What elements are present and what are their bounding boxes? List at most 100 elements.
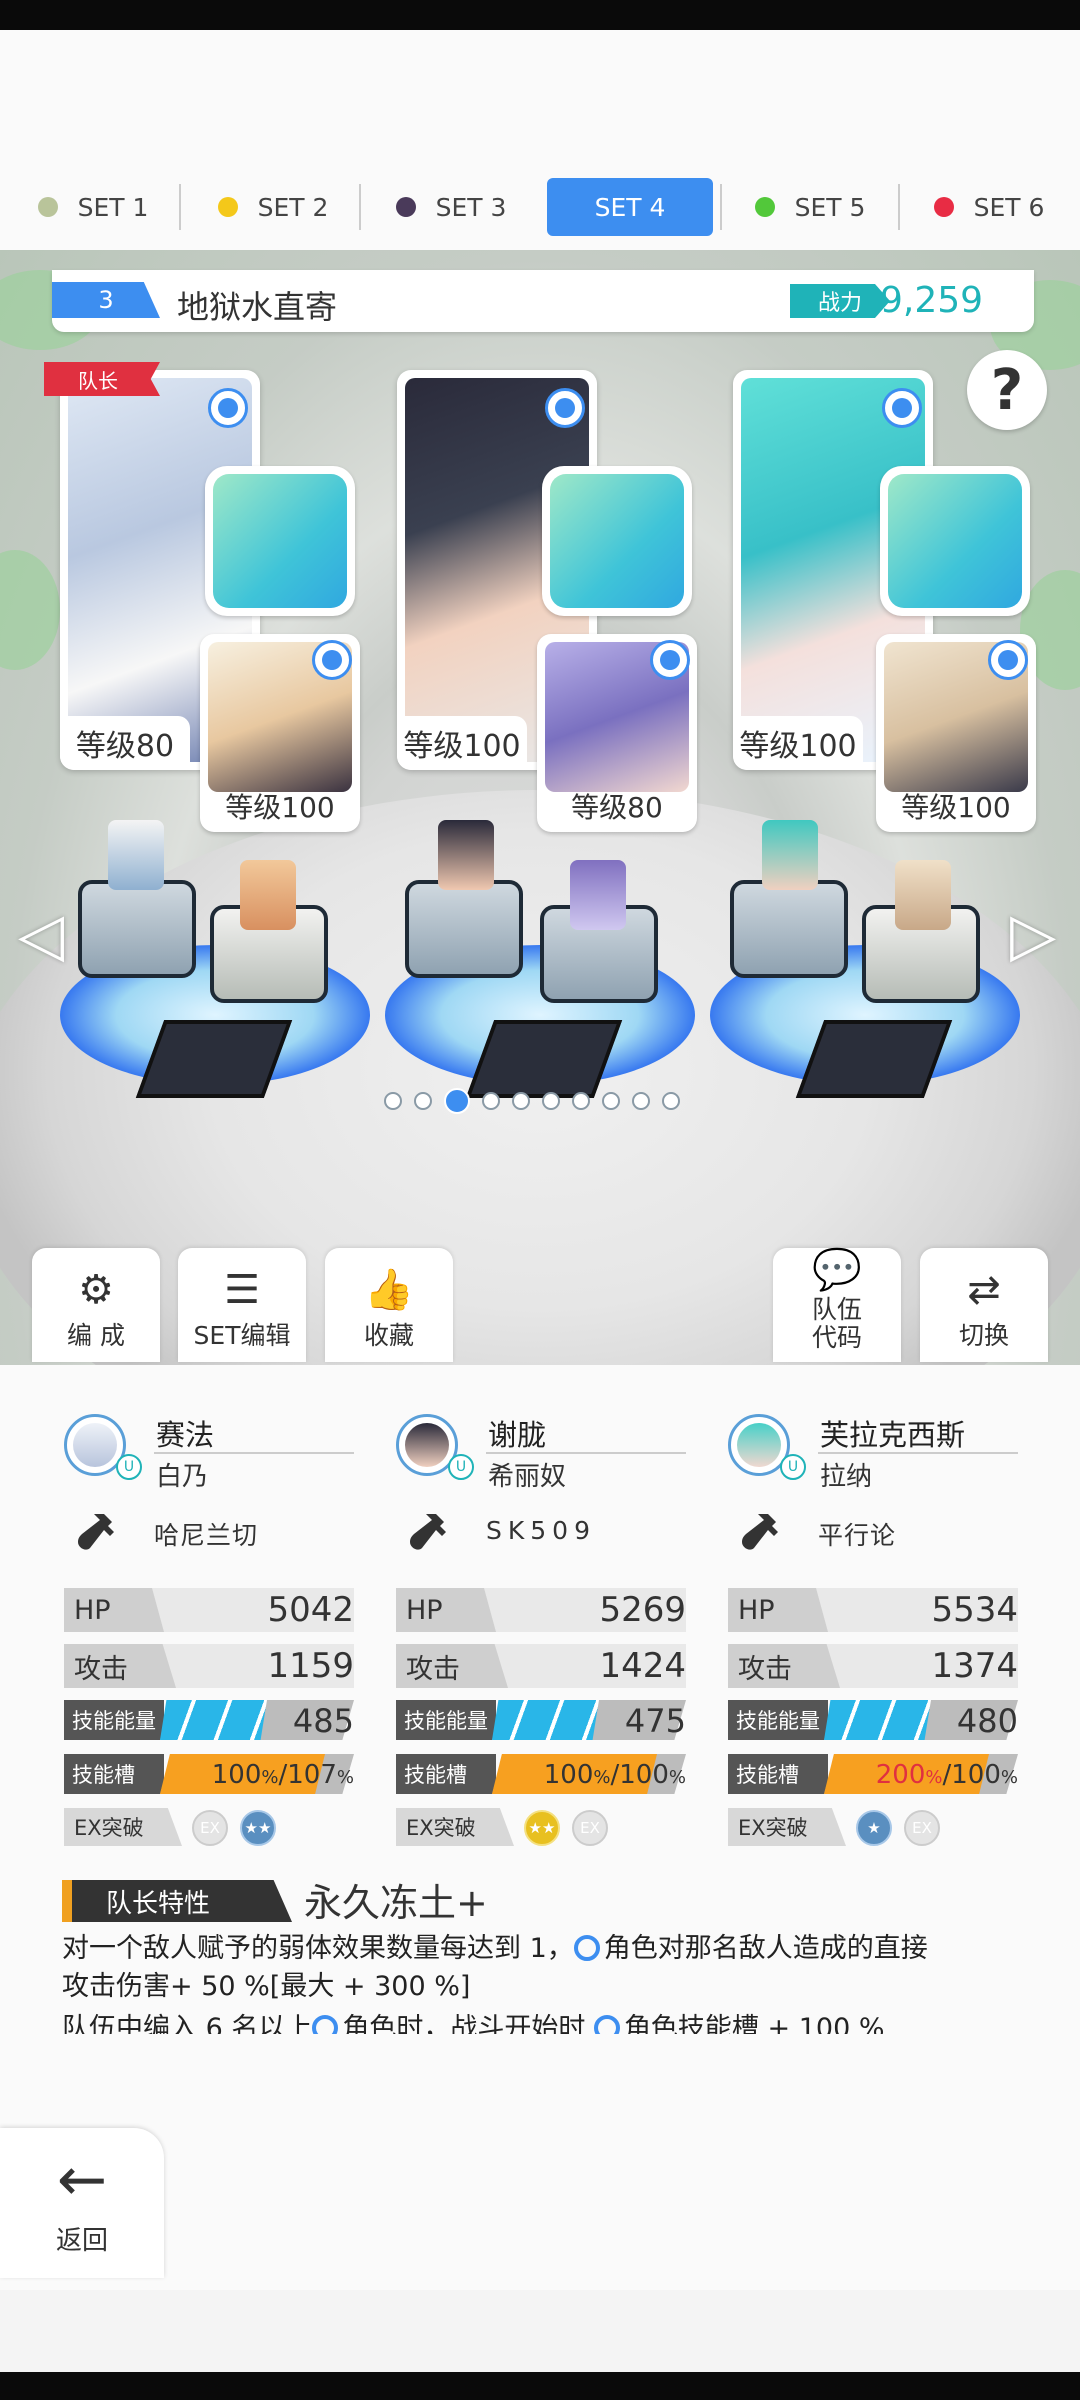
- leader-skill-desc-line3: 队伍中编入 6 名以上 角色时，战斗开始时 角色技能槽 + 100 %: [62, 2010, 885, 2034]
- select-icon[interactable]: [882, 388, 922, 428]
- character-stats-1: U 赛法 白乃 哈尼兰切 HP 5042 攻击 1159 技能能量 485 技能…: [64, 1412, 364, 1852]
- select-icon[interactable]: [650, 640, 690, 680]
- page-dot[interactable]: [662, 1092, 680, 1110]
- page-dot[interactable]: [602, 1092, 620, 1110]
- select-icon[interactable]: [545, 388, 585, 428]
- upgrade-badge-icon: U: [780, 1454, 806, 1480]
- weapon-icon: [213, 474, 347, 608]
- collect-button[interactable]: 👍 收藏: [325, 1248, 453, 1362]
- leader-badge: 队长: [44, 362, 160, 396]
- weapon-icon: [550, 474, 684, 608]
- hp-row: HP 5269: [396, 1588, 686, 1632]
- set-tabs: SET 1 SET 2 SET 3 SET 4 SET 5 SET 6: [0, 170, 1080, 242]
- skill-slot-row: 技能槽 100%/107%: [64, 1754, 354, 1798]
- ex-star-icon: ★: [856, 1810, 892, 1846]
- power-value: 9,259: [880, 280, 984, 321]
- navigation-bar: [0, 2372, 1080, 2400]
- chat-bubble-icon: 💬: [812, 1247, 862, 1293]
- support-level: 等级100: [225, 791, 335, 824]
- page-dot[interactable]: [444, 1088, 470, 1114]
- weapon-slot-1[interactable]: [205, 466, 355, 616]
- support-name: 希丽奴: [488, 1462, 567, 1492]
- select-icon[interactable]: [988, 640, 1028, 680]
- hp-value: 5534: [931, 1590, 1018, 1630]
- skill-energy-bar: [492, 1700, 599, 1740]
- back-button[interactable]: ← 返回: [0, 2128, 164, 2278]
- character-level: 等级100: [733, 716, 863, 770]
- dot-icon: [933, 197, 954, 217]
- weapon-name: 平行论: [818, 1521, 897, 1550]
- character-sprite: [762, 820, 818, 890]
- weapon-name: SK509: [486, 1516, 596, 1545]
- skill-energy-row: 技能能量 475: [396, 1700, 686, 1744]
- atk-value: 1374: [931, 1646, 1018, 1686]
- leader-skill-title: 永久冻土+: [304, 1881, 488, 1925]
- page-dot[interactable]: [414, 1092, 432, 1110]
- set-edit-button[interactable]: ☰ SET编辑: [178, 1248, 306, 1362]
- skill-slot-value: 100%/107%: [211, 1760, 354, 1790]
- prev-arrow-icon[interactable]: ◁: [18, 900, 64, 970]
- support-name: 拉纳: [820, 1462, 873, 1492]
- skill-energy-value: 480: [956, 1702, 1018, 1740]
- select-icon[interactable]: [208, 388, 248, 428]
- leader-skill-tag: 队长特性: [62, 1880, 292, 1922]
- dot-icon: [217, 197, 238, 217]
- select-icon[interactable]: [312, 640, 352, 680]
- atk-row: 攻击 1159: [64, 1644, 354, 1688]
- ex-row: EX突破 ★ EX: [728, 1808, 1018, 1852]
- page-dot[interactable]: [572, 1092, 590, 1110]
- ex-star-icon: ★★: [240, 1810, 276, 1846]
- help-button[interactable]: ?: [967, 350, 1047, 430]
- skill-energy-value: 475: [624, 1702, 686, 1740]
- tab-set-4[interactable]: SET 4: [547, 178, 713, 236]
- leader-skill-desc-line2: 攻击伤害+ 50 %[最大 + 300 %]: [62, 1971, 471, 2002]
- team-name: 地狱水直寄: [177, 288, 338, 326]
- leader-skill-desc-line3-clip: 队伍中编入 6 名以上 角色时，战斗开始时 角色技能槽 + 100 %: [62, 2010, 1022, 2034]
- skill-energy-row: 技能能量 485: [64, 1700, 354, 1744]
- character-stats-3: U 芙拉克西斯 拉纳 平行论 HP 5534 攻击 1374 技能能量 480 …: [728, 1412, 1028, 1852]
- ex-star-icon: ★★: [524, 1810, 560, 1846]
- character-level: 等级80: [60, 716, 190, 770]
- ring-icon: [312, 2015, 339, 2034]
- hp-value: 5269: [599, 1590, 686, 1630]
- switch-button[interactable]: ⇄ 切换: [920, 1248, 1048, 1362]
- character-name: 芙拉克西斯: [820, 1418, 966, 1452]
- skill-slot-value: 200%/100%: [875, 1760, 1018, 1790]
- character-name: 谢胧: [488, 1418, 547, 1452]
- hp-row: HP 5534: [728, 1588, 1018, 1632]
- skill-energy-value: 485: [292, 1702, 354, 1740]
- page-dot[interactable]: [384, 1092, 402, 1110]
- formation-button[interactable]: ⚙ 编 成: [32, 1248, 160, 1362]
- tab-set-3[interactable]: SET 3: [368, 178, 534, 236]
- weapon-name: 哈尼兰切: [154, 1521, 259, 1550]
- tab-set-5[interactable]: SET 5: [727, 178, 893, 236]
- tab-set-2[interactable]: SET 2: [190, 178, 356, 236]
- status-bar: [0, 0, 1080, 30]
- weapon-icon: [406, 1510, 452, 1556]
- team-code-button[interactable]: 💬 队伍 代码: [773, 1248, 901, 1362]
- weapon-slot-3[interactable]: [880, 466, 1030, 616]
- ring-icon: [593, 2015, 620, 2034]
- tab-set-6[interactable]: SET 6: [906, 178, 1072, 236]
- pedestal: [730, 880, 848, 978]
- page-dot[interactable]: [632, 1092, 650, 1110]
- support-sprite: [895, 860, 951, 930]
- skill-slot-value: 100%/100%: [543, 1760, 686, 1790]
- weapon-slot-2[interactable]: [542, 466, 692, 616]
- tab-set-1[interactable]: SET 1: [10, 178, 176, 236]
- skill-energy-row: 技能能量 480: [728, 1700, 1018, 1744]
- skill-energy-bar: [160, 1700, 267, 1740]
- support-level: 等级100: [901, 791, 1011, 824]
- support-level: 等级80: [571, 791, 663, 824]
- page-dot[interactable]: [512, 1092, 530, 1110]
- list-icon: ☰: [224, 1267, 260, 1313]
- next-arrow-icon[interactable]: ▷: [1010, 900, 1056, 970]
- page-dot[interactable]: [542, 1092, 560, 1110]
- back-arrow-icon: ←: [56, 2144, 108, 2215]
- support-name: 白乃: [156, 1462, 209, 1492]
- page-dot[interactable]: [482, 1092, 500, 1110]
- ex-locked-icon: EX: [904, 1810, 940, 1846]
- team-banner[interactable]: 3 地狱水直寄 战力 9,259: [52, 270, 1034, 332]
- weapon-icon: [738, 1510, 784, 1556]
- power-label: 战力: [790, 284, 890, 318]
